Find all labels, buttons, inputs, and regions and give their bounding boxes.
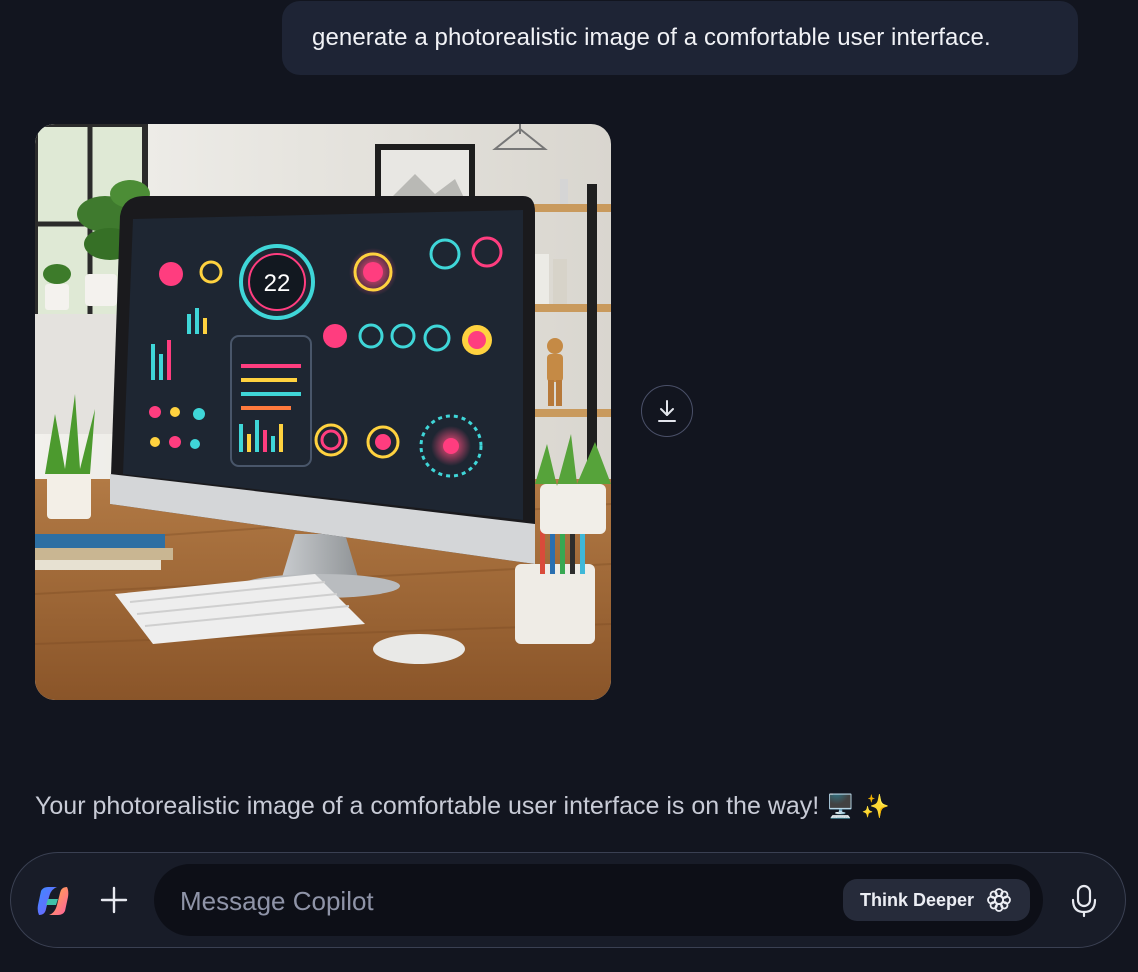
copilot-logo-icon: [37, 887, 69, 915]
assistant-message: Your photorealistic image of a comfortab…: [35, 792, 890, 821]
generated-image-illustration: 22: [35, 124, 611, 700]
generated-image[interactable]: 22: [35, 124, 611, 700]
plus-icon: [100, 886, 128, 914]
user-message-text: generate a photorealistic image of a com…: [312, 24, 991, 51]
screen-readout: 22: [264, 270, 291, 297]
think-deeper-button[interactable]: Think Deeper: [843, 879, 1030, 921]
think-deeper-icon: [987, 888, 1011, 912]
download-button[interactable]: [641, 385, 693, 437]
download-icon: [658, 400, 676, 422]
message-composer: Think Deeper: [10, 852, 1126, 948]
user-message-bubble: generate a photorealistic image of a com…: [282, 1, 1078, 75]
microphone-icon: [1071, 884, 1097, 918]
message-input[interactable]: [178, 864, 822, 938]
microphone-button[interactable]: [1064, 881, 1104, 921]
assistant-message-text: Your photorealistic image of a comfortab…: [35, 792, 820, 820]
think-deeper-label: Think Deeper: [860, 889, 975, 910]
add-attachment-button[interactable]: [95, 881, 133, 919]
assistant-message-emoji: 🖥️ ✨: [826, 793, 890, 819]
message-input-container: Think Deeper: [154, 864, 1043, 938]
copilot-chat-page: generate a photorealistic image of a com…: [0, 0, 1138, 972]
